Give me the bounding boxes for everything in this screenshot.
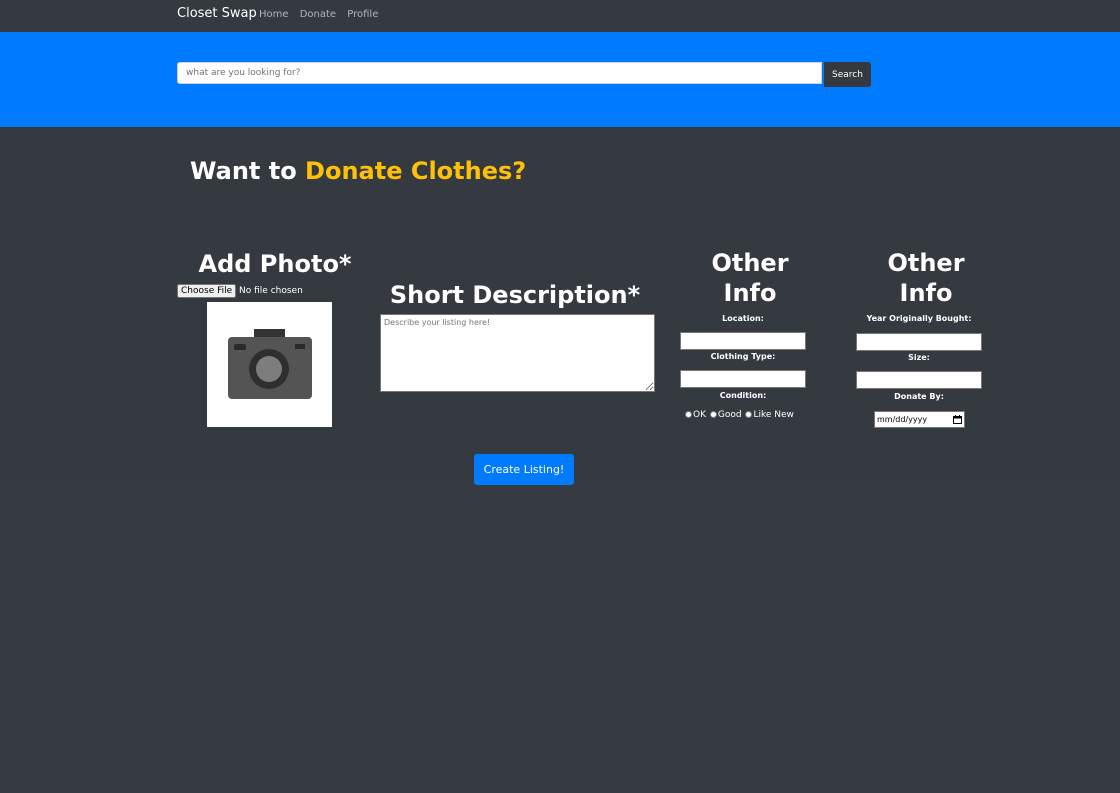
nav-link-profile[interactable]: Profile [347, 9, 378, 20]
condition-good-label: Good [717, 410, 742, 420]
nav-link-home[interactable]: Home [259, 9, 289, 20]
year-bought-field[interactable] [856, 333, 982, 351]
condition-ok-radio[interactable] [685, 411, 692, 418]
file-picker: Choose File No file chosen [177, 284, 303, 298]
other-info-title-2: Other Info [841, 248, 1011, 308]
other-info-1-line2: Info [723, 279, 777, 307]
search-banner: Search [0, 32, 1120, 127]
donate-form-section: Want to Donate Clothes? Add Photo* Choos… [0, 127, 1120, 485]
size-label: Size: [908, 353, 930, 362]
search-button[interactable]: Search [824, 62, 871, 87]
title-prefix: Want to [190, 157, 306, 185]
photo-preview[interactable] [207, 302, 332, 427]
choose-file-button[interactable]: Choose File [177, 284, 237, 298]
other-info-2-line1: Other [887, 249, 965, 277]
nav-links: Home Donate Profile [259, 9, 386, 20]
clothing-type-label: Clothing Type: [710, 352, 776, 361]
file-status: No file chosen [239, 286, 303, 296]
condition-like-new-radio[interactable] [745, 411, 753, 418]
create-listing-button[interactable]: Create Listing! [474, 454, 574, 485]
camera-icon [228, 329, 312, 399]
other-info-1-line1: Other [711, 249, 789, 277]
nav-link-donate[interactable]: Donate [300, 9, 336, 20]
condition-radio-group: OK Good Like New [685, 410, 795, 420]
condition-label: Condition: [719, 391, 767, 400]
size-field[interactable] [856, 371, 982, 389]
date-placeholder: mm/dd/yyyy [877, 415, 928, 424]
other-info-title-1: Other Info [665, 248, 835, 308]
clothing-type-field[interactable] [680, 370, 806, 388]
other-info-2-line2: Info [899, 279, 953, 307]
description-textarea[interactable] [380, 314, 655, 392]
add-photo-title: Add Photo* [198, 250, 352, 278]
top-navbar: Closet Swap Home Donate Profile [0, 0, 1120, 32]
year-bought-label: Year Originally Bought: [866, 314, 972, 323]
donate-by-label: Donate By: [894, 392, 944, 401]
condition-good-radio[interactable] [709, 411, 717, 418]
search-input[interactable] [177, 62, 822, 84]
calendar-icon[interactable] [953, 415, 962, 424]
condition-ok-label: OK [693, 410, 706, 420]
condition-like-new-label: Like New [753, 410, 794, 420]
brand-logo[interactable]: Closet Swap [177, 6, 257, 21]
donate-by-date-input[interactable]: mm/dd/yyyy [874, 411, 965, 428]
location-label: Location: [722, 314, 764, 323]
page-title: Want to Donate Clothes? [190, 157, 526, 185]
title-accent: Donate Clothes? [305, 157, 527, 185]
location-field[interactable] [680, 332, 806, 350]
description-title: Short Description* [389, 281, 641, 309]
